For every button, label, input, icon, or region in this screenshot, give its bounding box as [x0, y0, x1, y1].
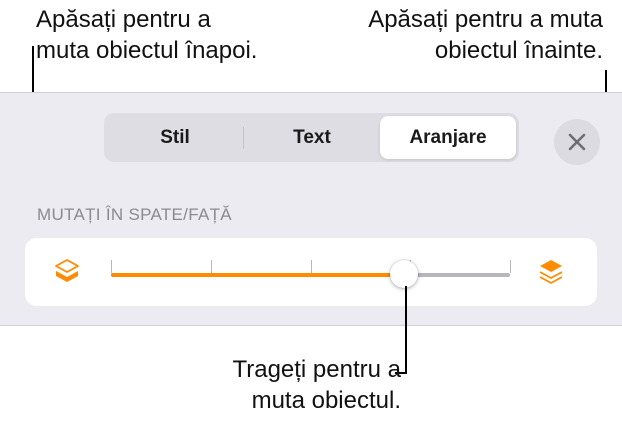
callout-drag-line1: Trageți pentru a	[232, 356, 401, 383]
bring-forward-button[interactable]	[537, 257, 565, 290]
slider-tick	[111, 260, 112, 273]
tab-text[interactable]: Text	[244, 116, 380, 159]
tab-segmented-control: Stil Text Aranjare	[104, 113, 519, 162]
callout-drag: Trageți pentru a muta obiectul.	[232, 354, 401, 416]
callout-drag-line2: muta obiectul.	[251, 387, 401, 414]
slider-tick	[510, 260, 511, 273]
slider-fill	[111, 273, 405, 277]
tab-stil[interactable]: Stil	[107, 116, 243, 159]
arrange-slider[interactable]	[111, 260, 511, 288]
slider-tick	[310, 260, 312, 273]
send-backward-layers-icon	[55, 259, 79, 282]
arrange-slider-card	[25, 238, 597, 306]
bring-forward-layers-icon	[539, 260, 563, 284]
leader-line-drag	[405, 286, 407, 374]
callout-bring-forward-line1: Apăsați pentru a muta	[368, 6, 603, 33]
tab-text-label: Text	[293, 126, 331, 148]
send-backward-button[interactable]	[53, 258, 81, 289]
callout-send-backward-line1: Apăsați pentru a	[36, 6, 211, 33]
slider-tick	[210, 260, 212, 273]
tab-stil-label: Stil	[160, 126, 190, 148]
callout-send-backward-line2: muta obiectul înapoi.	[36, 37, 258, 64]
callout-bring-forward: Apăsați pentru a muta obiectul înainte.	[368, 4, 603, 66]
callout-send-backward: Apăsați pentru a muta obiectul înapoi.	[36, 4, 257, 66]
callout-bring-forward-line2: obiectul înainte.	[434, 37, 603, 64]
tab-aranjare-label: Aranjare	[409, 126, 487, 148]
tab-aranjare[interactable]: Aranjare	[380, 116, 516, 159]
format-panel: Stil Text Aranjare MUTAȚI ÎN SPATE/FAȚĂ	[0, 92, 622, 326]
close-button[interactable]	[554, 119, 600, 165]
slider-thumb[interactable]	[390, 260, 419, 288]
close-x-icon	[568, 133, 586, 151]
section-label: MUTAȚI ÎN SPATE/FAȚĂ	[37, 205, 232, 224]
